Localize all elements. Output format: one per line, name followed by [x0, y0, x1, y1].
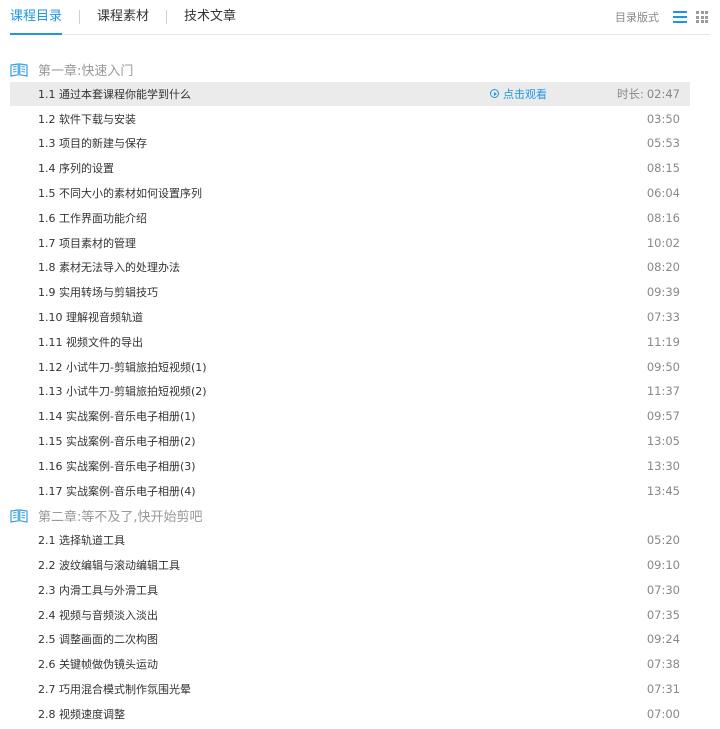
- chapter-header: 第二章:等不及了,快开始剪吧: [10, 503, 690, 527]
- lesson-row[interactable]: 1.16 实战案例-音乐电子相册(3) 13:30: [10, 454, 690, 478]
- lesson-title: 2.8 视频速度调整: [38, 707, 125, 721]
- lesson-title: 1.17 实战案例-音乐电子相册(4): [38, 484, 196, 498]
- lesson-title: 2.1 选择轨道工具: [38, 534, 125, 548]
- lesson-row[interactable]: 2.4 视频与音频淡入淡出 07:35: [10, 603, 690, 627]
- lesson-row[interactable]: 1.14 实战案例-音乐电子相册(1) 09:57: [10, 404, 690, 428]
- tab-divider: [166, 10, 168, 24]
- lesson-row[interactable]: 1.6 工作界面功能介绍 08:16: [10, 206, 690, 230]
- lesson-title: 1.8 素材无法导入的处理办法: [38, 261, 180, 275]
- lesson-title: 1.7 项目素材的管理: [38, 236, 136, 250]
- lesson-row[interactable]: 2.7 巧用混合模式制作氛围光晕 07:31: [10, 677, 690, 701]
- lesson-row[interactable]: 1.1 通过本套课程你能学到什么 点击观看 时长: 02:47: [10, 81, 690, 106]
- top-bar: 课程目录 课程素材 技术文章 目录版式: [10, 0, 710, 35]
- lesson-duration: 09:50: [646, 359, 680, 374]
- lesson-duration: 时长: 02:47: [617, 86, 680, 102]
- lesson-title: 1.3 项目的新建与保存: [38, 137, 147, 151]
- lesson-row[interactable]: 2.3 内滑工具与外滑工具 07:30: [10, 578, 690, 602]
- lesson-duration: 09:24: [646, 632, 680, 647]
- lesson-title: 1.6 工作界面功能介绍: [38, 211, 147, 225]
- lesson-title: 1.12 小试牛刀-剪辑旅拍短视频(1): [38, 360, 207, 374]
- view-mode-label: 目录版式: [615, 11, 659, 24]
- lesson-row[interactable]: 1.15 实战案例-音乐电子相册(2) 13:05: [10, 429, 690, 453]
- chapter-title: 第一章:快速入门: [38, 63, 134, 79]
- lesson-title: 1.13 小试牛刀-剪辑旅拍短视频(2): [38, 385, 207, 399]
- lesson-duration: 05:53: [646, 136, 680, 151]
- lesson-title: 2.2 波纹编辑与滚动编辑工具: [38, 559, 180, 572]
- lesson-duration: 07:38: [646, 657, 680, 672]
- lesson-title: 2.4 视频与音频淡入淡出: [38, 608, 158, 622]
- lesson-title: 2.7 巧用混合模式制作氛围光晕: [38, 683, 191, 696]
- lesson-duration: 11:19: [646, 334, 680, 349]
- list-view-icon[interactable]: [673, 11, 687, 23]
- lesson-title: 1.4 序列的设置: [38, 162, 114, 176]
- lesson-duration: 09:39: [646, 285, 680, 300]
- chapter-title: 第二章:等不及了,快开始剪吧: [38, 509, 203, 525]
- lesson-title: 1.11 视频文件的导出: [38, 335, 143, 349]
- lesson-title: 1.14 实战案例-音乐电子相册(1): [38, 410, 196, 424]
- chapter-header: 第一章:快速入门: [10, 57, 690, 81]
- lesson-duration: 11:37: [646, 384, 680, 399]
- lesson-row[interactable]: 1.10 理解视音频轨道 07:33: [10, 305, 690, 329]
- lesson-duration: 08:16: [646, 210, 680, 225]
- lesson-row[interactable]: 1.12 小试牛刀-剪辑旅拍短视频(1) 09:50: [10, 355, 690, 379]
- lesson-title: 1.2 软件下载与安装: [38, 112, 136, 126]
- lesson-title: 1.15 实战案例-音乐电子相册(2): [38, 435, 196, 448]
- lesson-duration: 06:04: [646, 186, 680, 200]
- tab-tech-articles[interactable]: 技术文章: [184, 0, 236, 34]
- tab-course-materials[interactable]: 课程素材: [97, 0, 149, 34]
- grid-view-icon[interactable]: [696, 11, 708, 23]
- lesson-title: 2.5 调整画面的二次构图: [38, 633, 158, 647]
- book-icon: [10, 62, 28, 77]
- watch-label: 点击观看: [503, 87, 547, 101]
- lesson-duration: 08:15: [646, 161, 680, 176]
- lesson-row[interactable]: 1.2 软件下载与安装 03:50: [10, 107, 690, 131]
- lesson-row[interactable]: 1.17 实战案例-音乐电子相册(4) 13:45: [10, 479, 690, 503]
- lesson-row[interactable]: 1.3 项目的新建与保存 05:53: [10, 131, 690, 155]
- view-mode-control: 目录版式: [615, 0, 710, 34]
- lesson-title: 1.1 通过本套课程你能学到什么: [38, 87, 191, 101]
- lesson-row[interactable]: 1.7 项目素材的管理 10:02: [10, 231, 690, 255]
- lesson-title: 1.16 实战案例-音乐电子相册(3): [38, 459, 196, 473]
- lesson-title: 2.6 关键帧做伪镜头运动: [38, 658, 158, 672]
- lesson-row[interactable]: 1.11 视频文件的导出 11:19: [10, 330, 690, 354]
- tab-bar: 课程目录 课程素材 技术文章: [10, 0, 236, 35]
- lesson-title: 1.10 理解视音频轨道: [38, 311, 143, 324]
- lesson-duration: 07:30: [646, 582, 680, 597]
- play-icon: [490, 89, 499, 99]
- tab-course-catalog[interactable]: 课程目录: [10, 0, 63, 35]
- lesson-duration: 13:45: [646, 483, 680, 498]
- watch-link[interactable]: 点击观看: [490, 86, 547, 102]
- lesson-duration: 07:35: [646, 607, 680, 622]
- book-icon: [10, 508, 28, 524]
- lesson-duration: 09:57: [646, 409, 680, 424]
- lesson-title: 2.3 内滑工具与外滑工具: [38, 583, 158, 597]
- lesson-duration: 07:33: [646, 310, 680, 324]
- lesson-row[interactable]: 2.5 调整画面的二次构图 09:24: [10, 627, 690, 651]
- lesson-row[interactable]: 2.1 选择轨道工具 05:20: [10, 528, 690, 552]
- duration-label: 时长:: [616, 86, 644, 101]
- lesson-row[interactable]: 1.9 实用转场与剪辑技巧 09:39: [10, 280, 690, 304]
- lesson-duration: 08:20: [646, 260, 680, 275]
- lesson-duration: 03:50: [646, 111, 680, 126]
- lesson-row[interactable]: 1.4 序列的设置 08:15: [10, 156, 690, 180]
- lesson-row[interactable]: 2.2 波纹编辑与滚动编辑工具 09:10: [10, 553, 690, 577]
- lesson-duration: 05:20: [646, 533, 680, 548]
- lesson-row[interactable]: 1.5 不同大小的素材如何设置序列 06:04: [10, 181, 690, 205]
- lesson-duration: 07:31: [646, 682, 680, 696]
- lesson-duration: 13:30: [646, 458, 680, 473]
- lesson-row[interactable]: 1.8 素材无法导入的处理办法 08:20: [10, 255, 690, 279]
- lesson-row[interactable]: 2.8 视频速度调整 07:00: [10, 702, 690, 726]
- tab-divider: [79, 10, 81, 24]
- lesson-duration: 10:02: [646, 235, 680, 250]
- duration-value: 02:47: [646, 86, 680, 101]
- lesson-row[interactable]: 2.6 关键帧做伪镜头运动 07:38: [10, 652, 690, 676]
- lesson-duration: 07:00: [646, 706, 680, 721]
- lesson-title: 1.9 实用转场与剪辑技巧: [38, 286, 158, 300]
- lesson-row[interactable]: 1.13 小试牛刀-剪辑旅拍短视频(2) 11:37: [10, 379, 690, 403]
- lesson-duration: 09:10: [646, 558, 680, 572]
- lesson-duration: 13:05: [646, 434, 680, 448]
- lesson-title: 1.5 不同大小的素材如何设置序列: [38, 187, 202, 200]
